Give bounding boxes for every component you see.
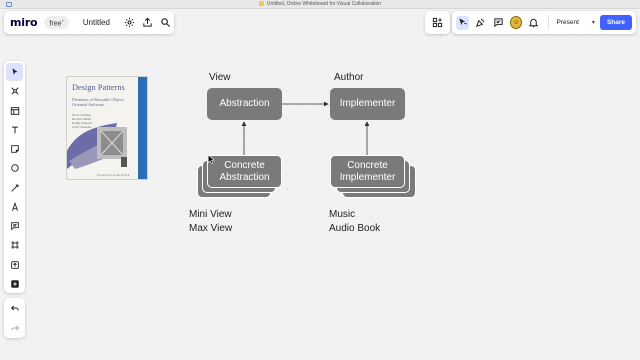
concrete-implementer-box[interactable]: Concrete Implementer <box>330 155 405 188</box>
implementer-box[interactable]: Implementer <box>330 88 405 120</box>
export-icon[interactable] <box>142 16 153 30</box>
sticky-note-icon[interactable] <box>6 140 23 158</box>
redo-icon[interactable] <box>6 319 23 338</box>
mouse-cursor-icon <box>208 155 215 164</box>
board-header-panel: miro free+ Untitled <box>4 11 174 34</box>
chevron-down-icon[interactable]: ▾ <box>592 19 595 26</box>
book-title: Design Patterns <box>72 83 125 92</box>
abstraction-box-label: Abstraction <box>219 98 270 109</box>
comment-icon[interactable] <box>6 217 23 235</box>
creation-toolbar <box>4 61 25 293</box>
history-panel <box>4 298 25 338</box>
user-avatar[interactable]: ☺ <box>510 16 523 29</box>
add-more-icon[interactable] <box>6 275 23 293</box>
frames-templates-icon[interactable] <box>6 82 23 100</box>
share-button[interactable]: Share <box>599 15 633 30</box>
text-icon[interactable] <box>6 121 23 139</box>
pen-icon[interactable] <box>6 198 23 216</box>
sidebar-toggle-icon[interactable] <box>6 2 12 7</box>
upload-icon[interactable] <box>6 256 23 274</box>
table-icon[interactable] <box>6 102 23 120</box>
page-icon <box>258 1 264 7</box>
concrete-abstraction-line1: Concrete <box>224 159 265 171</box>
comments-icon[interactable] <box>492 16 505 30</box>
window-title: Untitled, Online Whiteboard for Visual C… <box>266 1 382 7</box>
collaboration-panel: ☺ Present ▾ Share <box>452 11 636 34</box>
search-icon[interactable] <box>160 16 171 30</box>
shapes-icon[interactable] <box>6 159 23 177</box>
book-cover-artwork <box>67 123 127 169</box>
plan-badge[interactable]: free+ <box>44 15 69 30</box>
author-heading[interactable]: Author <box>334 72 363 83</box>
window-titlebar: Untitled, Online Whiteboard for Visual C… <box>0 0 640 9</box>
implementer-box-label: Implementer <box>339 98 396 109</box>
author-example-item: Audio Book <box>329 223 381 234</box>
frame-icon[interactable] <box>6 236 23 254</box>
book-spine <box>138 77 147 179</box>
concrete-abstraction-box[interactable]: Concrete Abstraction <box>207 155 282 188</box>
concrete-implementer-line2: Implementer <box>339 171 396 183</box>
concrete-abstraction-line2: Abstraction <box>219 171 270 183</box>
concrete-implementer-line1: Concrete <box>347 159 388 171</box>
board-name[interactable]: Untitled <box>83 18 110 27</box>
cursor-mode-icon[interactable] <box>456 15 470 30</box>
plan-badge-label: free <box>49 20 62 28</box>
settings-icon[interactable] <box>124 16 135 30</box>
diagram-connectors <box>241 101 370 155</box>
author-examples-text[interactable]: Music Audio Book <box>329 208 380 236</box>
select-tool-icon[interactable] <box>6 63 23 82</box>
present-button[interactable]: Present <box>547 15 587 30</box>
undo-icon[interactable] <box>6 299 23 318</box>
book-cover-image[interactable]: Design Patterns Elements of Reusable Obj… <box>66 76 148 180</box>
view-heading[interactable]: View <box>209 72 231 83</box>
miro-logo[interactable]: miro <box>10 16 38 29</box>
notifications-bell-icon[interactable] <box>527 16 540 30</box>
apps-icon[interactable] <box>431 16 445 30</box>
apps-panel <box>425 11 450 34</box>
author-example-item: Music <box>329 209 356 220</box>
book-foreword: Foreword by Grady Booch <box>97 173 130 177</box>
view-examples-text[interactable]: Mini View Max View <box>189 208 232 236</box>
abstraction-box[interactable]: Abstraction <box>207 88 282 120</box>
view-example-item: Mini View <box>189 209 232 220</box>
view-example-item: Max View <box>189 223 233 234</box>
reactions-icon[interactable] <box>474 16 487 30</box>
connection-line-icon[interactable] <box>6 179 23 197</box>
book-subtitle: Elements of Reusable Object-Oriented Sof… <box>72 97 125 107</box>
